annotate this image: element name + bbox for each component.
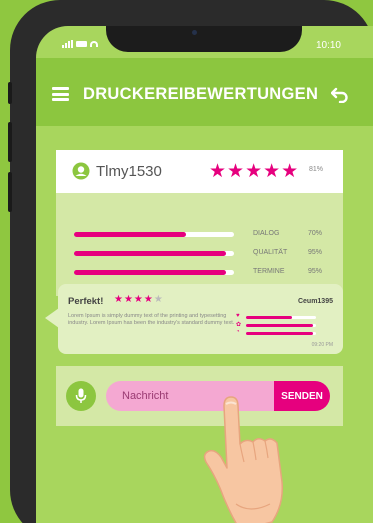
- phone-side-button: [8, 82, 12, 104]
- phone-volume-down-button: [8, 172, 12, 212]
- camera-icon: [192, 30, 197, 35]
- review-text: Lorem Ipsum is simply dummy text of the …: [68, 313, 235, 326]
- clock-icon: ◔: [236, 329, 240, 335]
- rating-bar-label: DIALOG: [253, 230, 280, 237]
- phone-screen: 10:10 DRUCKEREIBEWERTUNGEN Tlmy1530 ★★★★…: [36, 26, 373, 523]
- rating-bar-termine: TERMINE 95%: [74, 267, 344, 279]
- review-user[interactable]: Ceum1395: [298, 298, 333, 305]
- microphone-button[interactable]: [66, 381, 96, 411]
- rating-bar-percent: 95%: [308, 268, 323, 275]
- username[interactable]: Tlmy1530: [96, 163, 162, 180]
- review-stars: ★★★★★: [114, 294, 164, 305]
- status-time: 10:10: [315, 40, 341, 51]
- gear-icon: ✿: [236, 322, 242, 328]
- heart-icon: ♥: [236, 313, 240, 319]
- pointing-hand-icon: [203, 396, 284, 523]
- rating-bar-label: QUALITÄT: [253, 249, 288, 256]
- status-bar: 10:10: [36, 40, 373, 54]
- page-title: DRUCKEREIBEWERTUNGEN: [83, 85, 319, 103]
- review-bar-dialog: ♥: [236, 313, 326, 321]
- review-bar-quality: ✿: [236, 322, 326, 329]
- review-bar-time: ◔: [236, 329, 326, 337]
- rating-card-header: Tlmy1530 ★★★★★ 81%: [56, 150, 343, 193]
- user-icon: [72, 162, 90, 180]
- rating-bar-percent: 95%: [308, 249, 323, 256]
- rating-bar-qualitaet: QUALITÄT 95%: [74, 248, 344, 260]
- back-arrow-icon[interactable]: [331, 85, 349, 103]
- review-title: Perfekt!: [68, 296, 104, 307]
- hamburger-icon[interactable]: [52, 87, 69, 101]
- review-bar-fill: [246, 316, 292, 319]
- wifi-icon: [90, 41, 98, 47]
- review-bar-fill: [246, 324, 313, 327]
- rating-bar-label: TERMINE: [253, 268, 285, 275]
- signal-icon: [62, 40, 73, 48]
- review-bar-fill: [246, 332, 313, 335]
- rating-bar-percent: 70%: [308, 230, 323, 237]
- rating-bar-dialog: DIALOG 70%: [74, 229, 344, 241]
- rating-bar-fill: [74, 270, 226, 275]
- battery-icon: [76, 41, 87, 47]
- app-header: DRUCKEREIBEWERTUNGEN: [36, 58, 373, 126]
- review-time: 09:20 PM: [311, 342, 333, 348]
- rating-bar-fill: [74, 232, 186, 237]
- review-bubble-tail: [45, 308, 59, 328]
- overall-percent: 81%: [309, 166, 324, 173]
- microphone-icon: [75, 388, 87, 403]
- rating-stars: ★★★★★: [209, 161, 300, 182]
- phone-volume-up-button: [8, 122, 12, 162]
- review-card: Perfekt! ★★★★★ Ceum1395 Lorem Ipsum is s…: [58, 284, 343, 354]
- rating-card: Tlmy1530 ★★★★★ 81% DIALOG 70% QUALITÄT 9…: [56, 150, 343, 296]
- rating-bar-fill: [74, 251, 226, 256]
